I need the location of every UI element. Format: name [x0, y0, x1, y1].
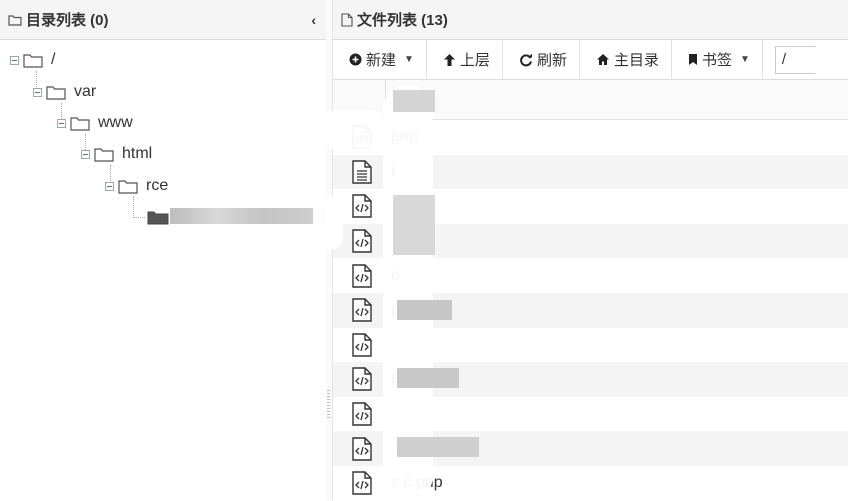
redacted-name	[393, 195, 435, 255]
collapse-panel-button[interactable]: ‹	[311, 12, 316, 28]
bookmark-label: 书签	[701, 52, 732, 69]
tree-node-www[interactable]: www	[57, 112, 133, 134]
collapse-toggle-icon[interactable]	[81, 149, 90, 159]
panel-splitter[interactable]	[326, 0, 333, 500]
new-button[interactable]: 新建 ▼	[333, 39, 427, 80]
bookmark-button[interactable]: 书签 ▼	[672, 39, 763, 80]
splitter-grip[interactable]	[327, 390, 330, 420]
up-level-label: 上层	[459, 52, 490, 69]
caret-down-icon: ▼	[404, 54, 414, 65]
collapse-toggle-icon[interactable]	[10, 55, 19, 65]
collapse-toggle-icon[interactable]	[33, 87, 42, 97]
caret-down-icon: ▼	[739, 54, 750, 65]
code-file-icon	[347, 298, 377, 322]
tree-node-label: var	[74, 83, 97, 100]
tree-node-var[interactable]: var	[33, 81, 96, 103]
file-outline-icon	[341, 12, 353, 27]
tree-node-html[interactable]: html	[81, 143, 152, 165]
home-icon	[596, 53, 610, 66]
home-directory-label: 主目录	[613, 52, 659, 69]
code-file-icon	[347, 367, 377, 392]
refresh-button[interactable]: 刷新	[503, 39, 580, 80]
code-file-icon	[347, 402, 377, 426]
arrow-up-icon	[443, 53, 456, 67]
tree-node-label: rce	[146, 177, 169, 194]
directory-panel-header: 目录列表 (0)	[0, 0, 326, 40]
refresh-label: 刷新	[536, 52, 567, 69]
code-file-icon	[347, 229, 377, 253]
tree-node-label: /	[51, 51, 56, 68]
redacted-name	[170, 208, 326, 224]
text-file-icon	[347, 160, 377, 184]
code-file-icon	[347, 263, 377, 288]
tree-node-root[interactable]: /	[10, 49, 55, 71]
up-level-button[interactable]: 上层	[427, 39, 503, 80]
plus-circle-icon	[349, 53, 362, 66]
code-file-icon	[347, 333, 377, 357]
file-panel-title: 文件列表 (13)	[357, 12, 448, 29]
redacted-name	[397, 437, 479, 457]
file-toolbar: 新建 ▼ 上层 刷新 主目录 书签 ▼	[333, 39, 848, 80]
redacted-name	[393, 90, 435, 112]
path-input[interactable]	[774, 45, 815, 74]
collapse-toggle-icon[interactable]	[105, 181, 114, 191]
redaction-smudge	[323, 110, 383, 150]
home-directory-button[interactable]: 主目录	[580, 39, 672, 80]
directory-panel-title: 目录列表 (0)	[26, 12, 109, 29]
tree-node-label: html	[122, 145, 153, 162]
redaction-smudge	[313, 195, 343, 250]
tree-node-label: www	[98, 114, 133, 131]
folder-outline-icon	[8, 14, 22, 26]
collapse-toggle-icon[interactable]	[57, 118, 66, 128]
folder-icon	[94, 147, 114, 162]
folder-icon	[70, 116, 90, 131]
folder-icon	[118, 179, 138, 194]
folder-filled-icon	[147, 210, 169, 225]
refresh-icon	[519, 53, 533, 67]
tree-node-rce[interactable]: rce	[105, 175, 168, 197]
code-file-icon	[347, 471, 377, 495]
code-file-icon	[347, 194, 377, 219]
file-panel-header: 文件列表 (13)	[333, 0, 848, 40]
new-button-label: 新建	[366, 52, 397, 69]
redacted-name	[397, 368, 459, 388]
redacted-name	[397, 300, 452, 320]
code-file-icon	[347, 436, 377, 461]
file-panel: 文件列表 (13) 新建 ▼ 上层 刷新 主目录 书签 ▼ /	[313, 0, 848, 500]
bookmark-icon	[688, 53, 698, 66]
folder-icon	[23, 53, 43, 68]
directory-panel: 目录列表 (0) ‹ / var www html rce	[0, 0, 327, 500]
directory-tree: / var www html rce	[0, 40, 326, 500]
folder-icon	[46, 85, 66, 100]
